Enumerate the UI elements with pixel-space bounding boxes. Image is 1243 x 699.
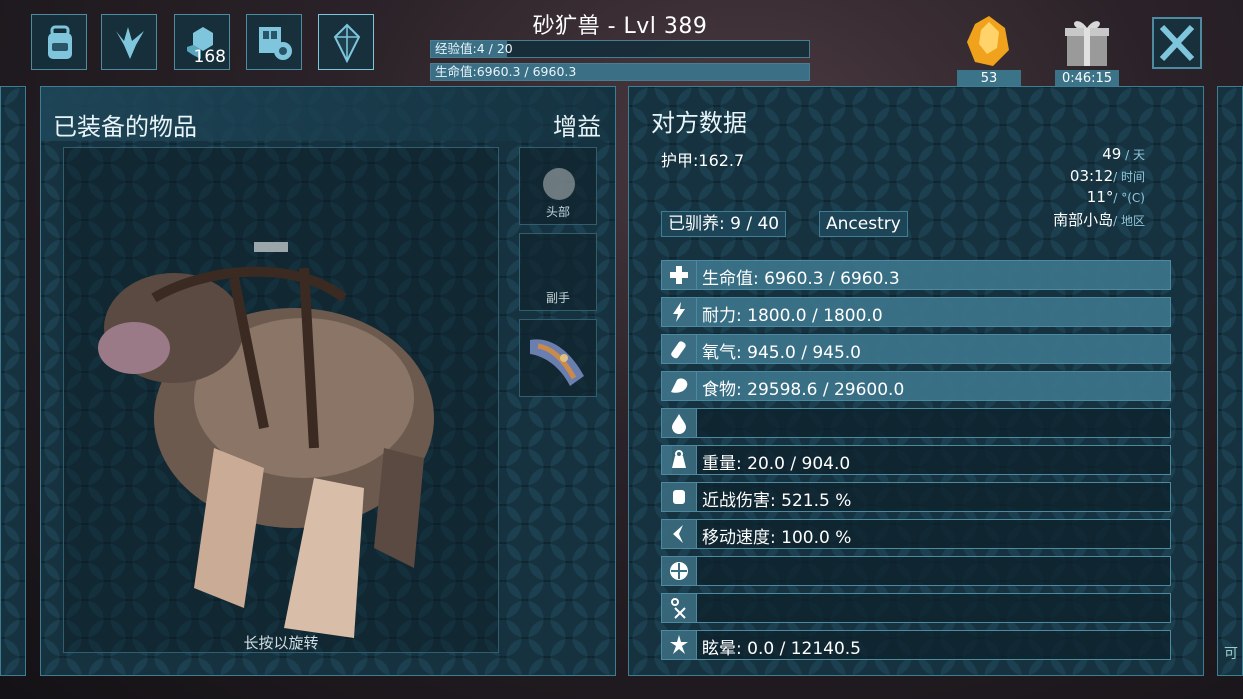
equipped-panel-title: 已装备的物品 [53,113,197,141]
region-unit: / 地区 [1113,214,1145,228]
tamed-count: 已驯养: 9 / 40 [661,211,787,237]
stat-label: 耐力: 1800.0 / 1800.0 [702,306,883,326]
settings-icon [259,27,292,60]
day-value: 49 [1102,145,1122,163]
stat-row[interactable]: 食物: 29598.6 / 29600.0 [661,371,1171,401]
creature-model-image [98,242,434,638]
amber-icon [967,16,1009,66]
speed-icon [662,520,697,548]
close-icon [1159,24,1195,62]
stats-panel-title: 对方数据 [651,109,747,137]
head-slot[interactable]: 头部 [519,147,597,225]
crystal-icon [333,23,361,63]
health-bar: 生命值:6960.3 / 6960.3 [430,63,810,81]
stat-row[interactable]: 移动速度: 100.0 % [661,519,1171,549]
stat-label: 眩晕: 0.0 / 12140.5 [702,639,862,659]
health-cross-icon [662,261,697,289]
stat-row[interactable] [661,408,1171,438]
equipped-items-panel: 已装备的物品 增益 长按以旋转 头部 副手 [40,86,616,676]
stat-row[interactable] [661,593,1171,623]
stat-label: 重量: 20.0 / 904.0 [702,454,851,474]
time-unit: / 时间 [1113,170,1145,184]
stat-row[interactable] [661,556,1171,586]
engrams-button[interactable]: 168 [174,14,230,70]
water-drop-icon [662,409,697,437]
health-bar-label: 生命值:6960.3 / 6960.3 [435,64,577,79]
crafting-icon [662,594,697,622]
creature-stats-panel: 对方数据 护甲:162.7 49 / 天 03:12/ 时间 11°/ °(C)… [628,86,1204,676]
stamina-bolt-icon [662,298,697,326]
fortitude-icon [662,557,697,585]
left-edge-panel [0,86,26,676]
stat-row[interactable]: 氧气: 945.0 / 945.0 [661,334,1171,364]
creature-model-viewport[interactable]: 长按以旋转 [63,147,499,653]
stat-label: 氧气: 945.0 / 945.0 [702,343,862,363]
stat-label: 食物: 29598.6 / 29600.0 [702,380,905,400]
day-unit: / 天 [1121,148,1145,162]
tame-button[interactable] [101,14,157,70]
creature-title: 砂犷兽 - Lvl 389 [532,14,708,39]
amber-resource[interactable]: 53 [957,14,1021,88]
right-edge-panel[interactable]: 可 [1217,86,1243,676]
settings-button[interactable] [246,14,302,70]
rotate-hint: 长按以旋转 [243,634,319,652]
armor-value: 护甲:162.7 [661,151,745,170]
head-slot-label: 头部 [545,205,570,219]
env-time: 03:12/ 时间 [1070,167,1145,185]
head-slot-placeholder-icon [543,168,575,200]
temperature-unit: / °(C) [1113,191,1145,205]
env-temperature: 11°/ °(C) [1087,188,1145,206]
close-button[interactable] [1152,17,1202,69]
temperature-value: 11° [1086,188,1114,206]
stat-row[interactable]: 重量: 20.0 / 904.0 [661,445,1171,475]
stat-label: 生命值: 6960.3 / 6960.3 [702,269,900,289]
time-value: 03:12 [1069,167,1114,185]
inventory-button[interactable] [31,14,87,70]
dino-footprint-icon [116,27,144,59]
saddle-slot[interactable] [519,319,597,397]
crystal-button[interactable] [318,14,374,70]
melee-fist-icon [662,483,697,511]
stat-label: 近战伤害: 521.5 % [702,491,852,511]
stat-row[interactable]: 生命值: 6960.3 / 6960.3 [661,260,1171,290]
env-region: 南部小岛/ 地区 [1053,209,1145,230]
gift-box-icon [1065,21,1109,66]
right-edge-label: 可 [1224,646,1238,662]
stat-label: 移动速度: 100.0 % [702,528,852,548]
offhand-slot[interactable]: 副手 [519,233,597,311]
food-drumstick-icon [662,372,697,400]
backpack-icon [48,25,72,59]
env-day: 49 / 天 [1102,145,1145,163]
stat-row[interactable]: 近战伤害: 521.5 % [661,482,1171,512]
offhand-slot-label: 副手 [545,291,570,305]
weight-icon [662,446,697,474]
gift-resource[interactable]: 0:46:15 [1055,14,1119,88]
engram-points-count: 168 [193,47,226,67]
stat-row[interactable]: 眩晕: 0.0 / 12140.5 [661,630,1171,660]
xp-bar-label: 经验值:4 / 20 [435,41,513,56]
torpor-icon [662,631,697,659]
buff-tab[interactable]: 增益 [553,107,601,142]
oxygen-tank-icon [662,335,697,363]
xp-bar: 经验值:4 / 20 [430,40,810,58]
stat-row[interactable]: 耐力: 1800.0 / 1800.0 [661,297,1171,327]
ancestry-button[interactable]: Ancestry [819,211,908,237]
region-value: 南部小岛 [1053,211,1114,229]
saddle-icon [530,339,584,386]
